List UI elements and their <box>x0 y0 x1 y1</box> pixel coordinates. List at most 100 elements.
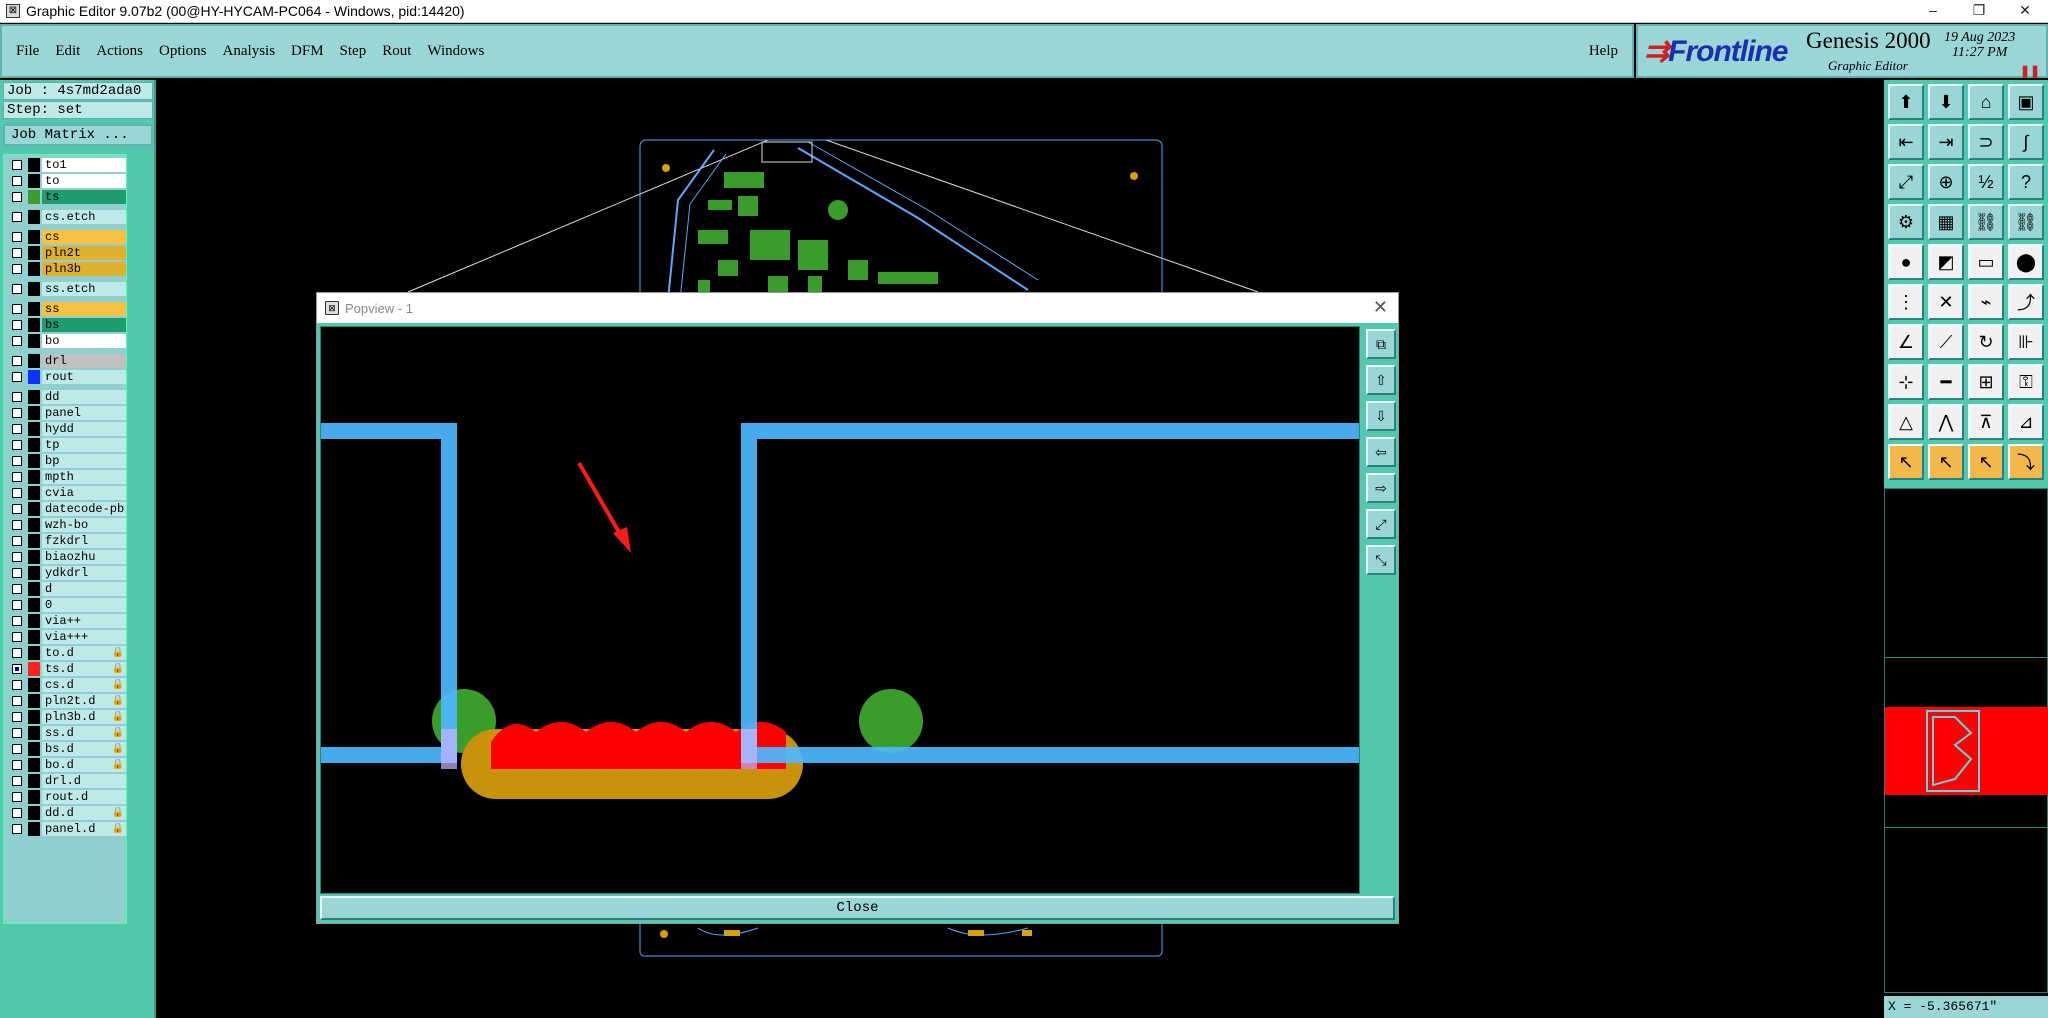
layer-row[interactable]: pln2t <box>4 245 128 261</box>
layer-name[interactable]: ss <box>42 302 126 316</box>
layer-checkbox[interactable] <box>12 472 22 482</box>
layer-row[interactable]: cs.d 🔒 <box>4 677 128 693</box>
layer-color-swatch[interactable] <box>28 422 40 436</box>
tool-button-5-3[interactable]: ⤴ <box>2008 284 2044 320</box>
layer-name[interactable]: hydd <box>42 422 126 436</box>
tool-button-2-2[interactable]: ½ <box>1968 164 2004 200</box>
tool-button-8-3[interactable]: ⊿ <box>2008 404 2044 440</box>
layer-checkbox[interactable] <box>12 696 22 706</box>
layer-checkbox[interactable] <box>12 336 22 346</box>
layer-color-swatch[interactable] <box>28 262 40 276</box>
layer-color-swatch[interactable] <box>28 486 40 500</box>
tool-button-7-0[interactable]: ⊹ <box>1888 364 1924 400</box>
layer-checkbox[interactable] <box>12 212 22 222</box>
layer-name[interactable]: pln2t <box>42 246 126 260</box>
tool-button-9-3[interactable]: ⤵ <box>2008 444 2044 480</box>
layer-color-swatch[interactable] <box>28 534 40 548</box>
tool-button-5-0[interactable]: ⋮ <box>1888 284 1924 320</box>
layer-name[interactable]: wzh-bo <box>42 518 126 532</box>
popview-tool-3[interactable]: ⇩ <box>1366 401 1396 431</box>
layer-row[interactable]: cs.etch <box>4 209 128 225</box>
layer-name[interactable]: ydkdrl <box>42 566 126 580</box>
layer-checkbox[interactable] <box>12 712 22 722</box>
tool-button-1-1[interactable]: ⇥ <box>1928 124 1964 160</box>
popview-close-button[interactable]: Close <box>320 896 1395 920</box>
layer-row[interactable]: cs <box>4 229 128 245</box>
popview-tool-1[interactable]: ⧉ <box>1366 329 1396 359</box>
tool-button-0-0[interactable]: ⬆ <box>1888 84 1924 120</box>
layer-color-swatch[interactable] <box>28 710 40 724</box>
tool-button-5-2[interactable]: ⌁ <box>1968 284 2004 320</box>
layer-row[interactable]: wzh-bo <box>4 517 128 533</box>
restore-icon[interactable]: ❐ <box>1956 0 2002 23</box>
layer-checkbox[interactable] <box>12 356 22 366</box>
layer-row[interactable]: via+++ <box>4 629 128 645</box>
layer-checkbox[interactable] <box>12 488 22 498</box>
layer-checkbox[interactable] <box>12 664 22 674</box>
menu-file[interactable]: File <box>16 43 39 60</box>
layer-color-swatch[interactable] <box>28 230 40 244</box>
layer-checkbox[interactable] <box>12 536 22 546</box>
layer-checkbox[interactable] <box>12 176 22 186</box>
menu-rout[interactable]: Rout <box>382 43 411 60</box>
tool-button-4-1[interactable]: ◩ <box>1928 244 1964 280</box>
layer-name[interactable]: dd <box>42 390 126 404</box>
layer-color-swatch[interactable] <box>28 822 40 836</box>
tool-button-6-2[interactable]: ↻ <box>1968 324 2004 360</box>
layer-name[interactable]: datecode-pb <box>42 502 126 516</box>
layer-name[interactable]: fzkdrl <box>42 534 126 548</box>
menu-help[interactable]: Help <box>1589 43 1618 60</box>
menu-actions[interactable]: Actions <box>96 43 143 60</box>
layer-color-swatch[interactable] <box>28 598 40 612</box>
layer-color-swatch[interactable] <box>28 614 40 628</box>
layer-name[interactable]: rout <box>42 370 126 384</box>
tool-button-4-3[interactable]: ⬤ <box>2008 244 2044 280</box>
layer-row[interactable]: pln3b <box>4 261 128 277</box>
tool-button-0-1[interactable]: ⬇ <box>1928 84 1964 120</box>
layer-checkbox[interactable] <box>12 552 22 562</box>
menu-analysis[interactable]: Analysis <box>223 43 276 60</box>
layer-row[interactable]: tp <box>4 437 128 453</box>
close-icon[interactable]: ✕ <box>1373 297 1388 318</box>
layer-row[interactable]: ss.d 🔒 <box>4 725 128 741</box>
layer-checkbox[interactable] <box>12 584 22 594</box>
layer-row[interactable]: bs.d 🔒 <box>4 741 128 757</box>
layer-color-swatch[interactable] <box>28 454 40 468</box>
layer-color-swatch[interactable] <box>28 582 40 596</box>
layer-color-swatch[interactable] <box>28 354 40 368</box>
layer-row[interactable]: panel.d 🔒 <box>4 821 128 837</box>
tool-button-7-1[interactable]: ━ <box>1928 364 1964 400</box>
layer-row[interactable]: rout <box>4 369 128 385</box>
layer-row[interactable]: ss <box>4 301 128 317</box>
popview-tool-5[interactable]: ⇨ <box>1366 473 1396 503</box>
popview-canvas[interactable] <box>320 326 1360 894</box>
layer-name[interactable]: drl <box>42 354 126 368</box>
layer-name[interactable]: bs <box>42 318 126 332</box>
layer-name[interactable]: ts <box>42 190 126 204</box>
layer-row[interactable]: cvia <box>4 485 128 501</box>
layer-color-swatch[interactable] <box>28 318 40 332</box>
tool-button-0-3[interactable]: ▣ <box>2008 84 2044 120</box>
layer-checkbox[interactable] <box>12 424 22 434</box>
tool-button-9-1[interactable]: ↖ <box>1928 444 1964 480</box>
layer-name[interactable]: to <box>42 174 126 188</box>
tool-button-2-1[interactable]: ⊕ <box>1928 164 1964 200</box>
layer-row[interactable]: biaozhu <box>4 549 128 565</box>
layer-name[interactable]: bo <box>42 334 126 348</box>
layer-color-swatch[interactable] <box>28 158 40 172</box>
layer-checkbox[interactable] <box>12 568 22 578</box>
tool-button-1-0[interactable]: ⇤ <box>1888 124 1924 160</box>
minimap[interactable] <box>1884 488 2048 993</box>
layer-row[interactable]: d <box>4 581 128 597</box>
menu-edit[interactable]: Edit <box>55 43 80 60</box>
layer-name[interactable]: drl.d <box>42 774 126 788</box>
popview-tool-7[interactable]: ⤡ <box>1366 545 1396 575</box>
layer-color-swatch[interactable] <box>28 774 40 788</box>
layer-name[interactable]: bp <box>42 454 126 468</box>
layer-checkbox[interactable] <box>12 248 22 258</box>
popview-tool-2[interactable]: ⇧ <box>1366 365 1396 395</box>
close-icon[interactable]: ✕ <box>2002 0 2048 23</box>
layer-name[interactable]: pln3b <box>42 262 126 276</box>
layer-color-swatch[interactable] <box>28 282 40 296</box>
layer-row[interactable]: to1 <box>4 157 128 173</box>
